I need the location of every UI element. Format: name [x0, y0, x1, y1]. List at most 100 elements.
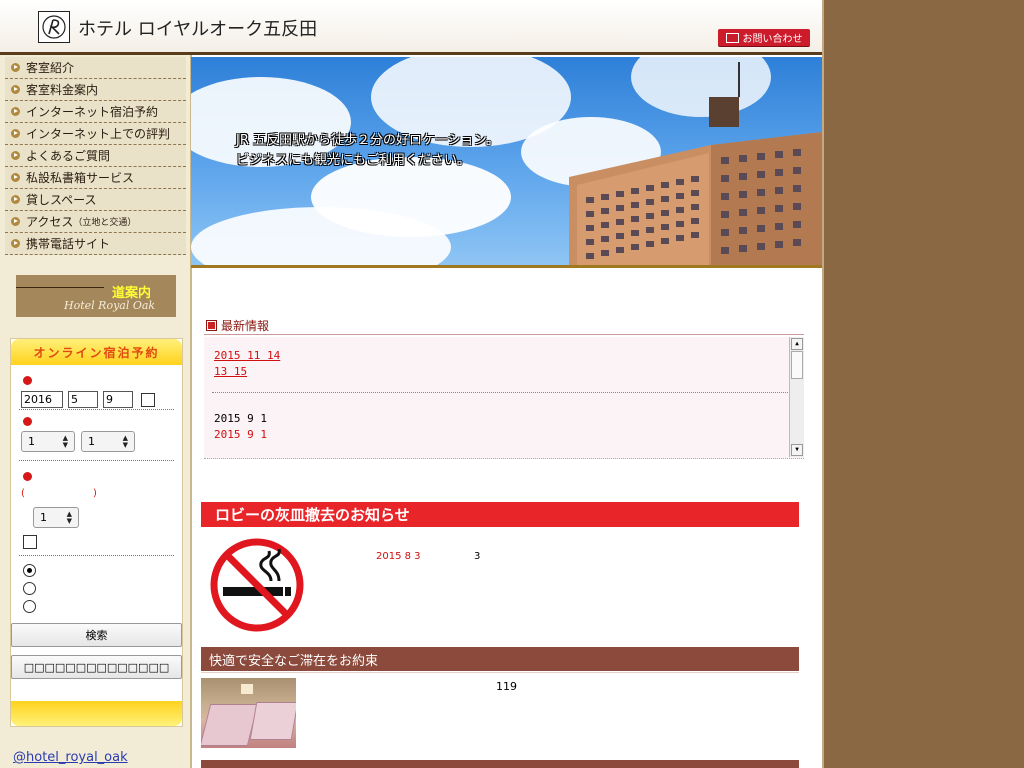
- required-dot-icon: [23, 376, 32, 385]
- sidebar-item-label: 客室紹介: [26, 61, 75, 75]
- news-heading: 最新情報: [206, 317, 269, 334]
- hero-caption-line: ビジネスにも観光にもご利用ください。: [236, 153, 471, 168]
- nights-stepper[interactable]: 1 ▲ ▼: [21, 431, 75, 452]
- sidebar-item-online-booking[interactable]: インターネット宿泊予約: [5, 101, 186, 123]
- hero-caption: JR 五反田駅から徒歩２分の好ロケーション。 ビジネスにも観光にもご利用ください…: [236, 131, 499, 171]
- note-paren-open: (: [21, 488, 25, 499]
- sidebar: 客室紹介 客室料金案内 インターネット宿泊予約 インターネット上での評判 よくあ…: [0, 55, 192, 768]
- map-banner[interactable]: 道案内 Hotel Royal Oak: [16, 275, 176, 317]
- news-list[interactable]: 2015 11 14 13 15 2015 9 1 2015 9 1 ▲ ▼: [204, 337, 804, 459]
- sidebar-item-label: 私設私書箱サービス: [26, 171, 135, 185]
- arrow-bullet-icon: [11, 217, 20, 226]
- arrow-bullet-icon: [11, 151, 20, 160]
- search-type-radio-2[interactable]: [23, 582, 36, 595]
- page: ホテル ロイヤルオーク五反田 お問い合わせ 客室紹介 客室料金案内 インターネッ…: [0, 0, 822, 768]
- required-dot-icon: [23, 472, 32, 481]
- arrow-bullet-icon: [11, 107, 20, 116]
- section-heading-next: [201, 760, 799, 768]
- notice-number: 3: [474, 551, 481, 562]
- arrow-bullet-icon: [11, 239, 20, 248]
- arrow-bullet-icon: [11, 195, 20, 204]
- square-bullet-icon: [206, 320, 217, 331]
- sidebar-item-label: 携帯電話サイト: [26, 237, 111, 251]
- sidebar-nav: 客室紹介 客室料金案内 インターネット宿泊予約 インターネット上での評判 よくあ…: [5, 57, 186, 255]
- sidebar-item-access[interactable]: アクセス （立地と交通）: [5, 211, 186, 233]
- site-title: ホテル ロイヤルオーク五反田: [78, 19, 318, 40]
- sidebar-item-label: アクセス: [26, 215, 74, 229]
- room-photo[interactable]: [201, 678, 296, 748]
- bed-shape: [249, 702, 296, 740]
- date-undecided-checkbox[interactable]: [141, 393, 155, 407]
- arrow-bullet-icon: [11, 173, 20, 182]
- nights-value: 1: [28, 435, 35, 448]
- hero-bottom-bar: [191, 265, 822, 268]
- notice-date: 2015 8 3: [376, 551, 421, 562]
- stepper-arrows-icon: ▲ ▼: [122, 434, 128, 449]
- arrow-bullet-icon: [11, 85, 20, 94]
- news-scrollbar[interactable]: ▲ ▼: [789, 337, 804, 457]
- notice-heading: ロビーの灰皿撤去のお知らせ: [201, 502, 799, 527]
- twitter-link[interactable]: @hotel_royal_oak: [13, 750, 128, 765]
- rooms-value: 1: [88, 435, 95, 448]
- divider: [19, 555, 174, 556]
- sidebar-item-rooms[interactable]: 客室紹介: [5, 57, 186, 79]
- guests-stepper[interactable]: 1 ▲ ▼: [33, 507, 79, 528]
- news-title: 最新情報: [221, 319, 270, 333]
- arrow-bullet-icon: [11, 63, 20, 72]
- contact-label: お問い合わせ: [742, 34, 803, 45]
- page-edge: [822, 0, 824, 768]
- logo-icon: [42, 15, 66, 39]
- scroll-down-icon[interactable]: ▼: [791, 444, 803, 456]
- news-item-link[interactable]: 13 15: [214, 365, 487, 378]
- search-type-radio-3[interactable]: [23, 600, 36, 613]
- header: ホテル ロイヤルオーク五反田 お問い合わせ: [0, 0, 822, 55]
- booking-panel: オンライン宿泊予約 1 ▲▼ 1 ▲▼ ( ) 1 ▲▼: [10, 338, 183, 727]
- booking-confirm-button[interactable]: □□□□□□□□□□□□□□: [11, 655, 182, 679]
- stepper-arrows-icon: ▲ ▼: [66, 510, 72, 525]
- hotel-logo[interactable]: [38, 11, 70, 43]
- sidebar-item-label: 客室料金案内: [26, 83, 99, 97]
- month-input[interactable]: [68, 391, 98, 408]
- divider: [19, 460, 174, 461]
- year-input[interactable]: [21, 391, 63, 408]
- sidebar-item-mailbox[interactable]: 私設私書箱サービス: [5, 167, 186, 189]
- arrow-bullet-icon: [11, 129, 20, 138]
- mail-icon: [725, 32, 739, 43]
- contact-button[interactable]: お問い合わせ: [718, 29, 810, 46]
- sidebar-item-faq[interactable]: よくあるご質問: [5, 145, 186, 167]
- news-item: 2015 9 1: [214, 412, 267, 425]
- guests-value: 1: [40, 511, 47, 524]
- booking-footer: [11, 701, 182, 726]
- required-dot-icon: [23, 417, 32, 426]
- section-rule: [201, 672, 799, 673]
- sidebar-item-label: インターネット宿泊予約: [26, 105, 159, 119]
- rooms-stepper[interactable]: 1 ▲ ▼: [81, 431, 135, 452]
- day-input[interactable]: [103, 391, 133, 408]
- sidebar-item-label: 貸しスペース: [26, 193, 97, 207]
- scroll-thumb[interactable]: [791, 351, 803, 379]
- sidebar-item-label: よくあるご質問: [26, 149, 111, 163]
- scroll-up-icon[interactable]: ▲: [791, 338, 803, 350]
- banner-line: [16, 287, 104, 288]
- hero-image: JR 五反田駅から徒歩２分の好ロケーション。 ビジネスにも観光にもご利用ください…: [191, 57, 822, 265]
- news-heading-rule: [204, 334, 804, 335]
- no-smoking-icon: [210, 538, 304, 632]
- sidebar-item-reviews[interactable]: インターネット上での評判: [5, 123, 186, 145]
- news-item: 2015 9 1: [214, 428, 267, 441]
- option-checkbox[interactable]: [23, 535, 37, 549]
- note-paren-close: ): [93, 488, 97, 499]
- section-heading-comfort: 快適で安全なご滞在をお約束: [201, 647, 799, 671]
- stepper-arrows-icon: ▲ ▼: [62, 434, 68, 449]
- sidebar-item-mobile[interactable]: 携帯電話サイト: [5, 233, 186, 255]
- map-banner-subtitle: Hotel Royal Oak: [64, 299, 156, 312]
- section-number: 119: [496, 680, 517, 693]
- lamp-shape: [241, 684, 253, 694]
- sidebar-item-rates[interactable]: 客室料金案内: [5, 79, 186, 101]
- search-button[interactable]: 検索: [11, 623, 182, 647]
- sidebar-item-rental-space[interactable]: 貸しスペース: [5, 189, 186, 211]
- sidebar-item-sublabel: （立地と交通）: [73, 218, 137, 228]
- search-type-radio-1[interactable]: [23, 564, 36, 577]
- sidebar-item-label: インターネット上での評判: [26, 127, 171, 141]
- news-item-link[interactable]: 2015 11 14: [214, 349, 400, 362]
- hero-caption-line: JR 五反田駅から徒歩２分の好ロケーション。: [236, 133, 499, 148]
